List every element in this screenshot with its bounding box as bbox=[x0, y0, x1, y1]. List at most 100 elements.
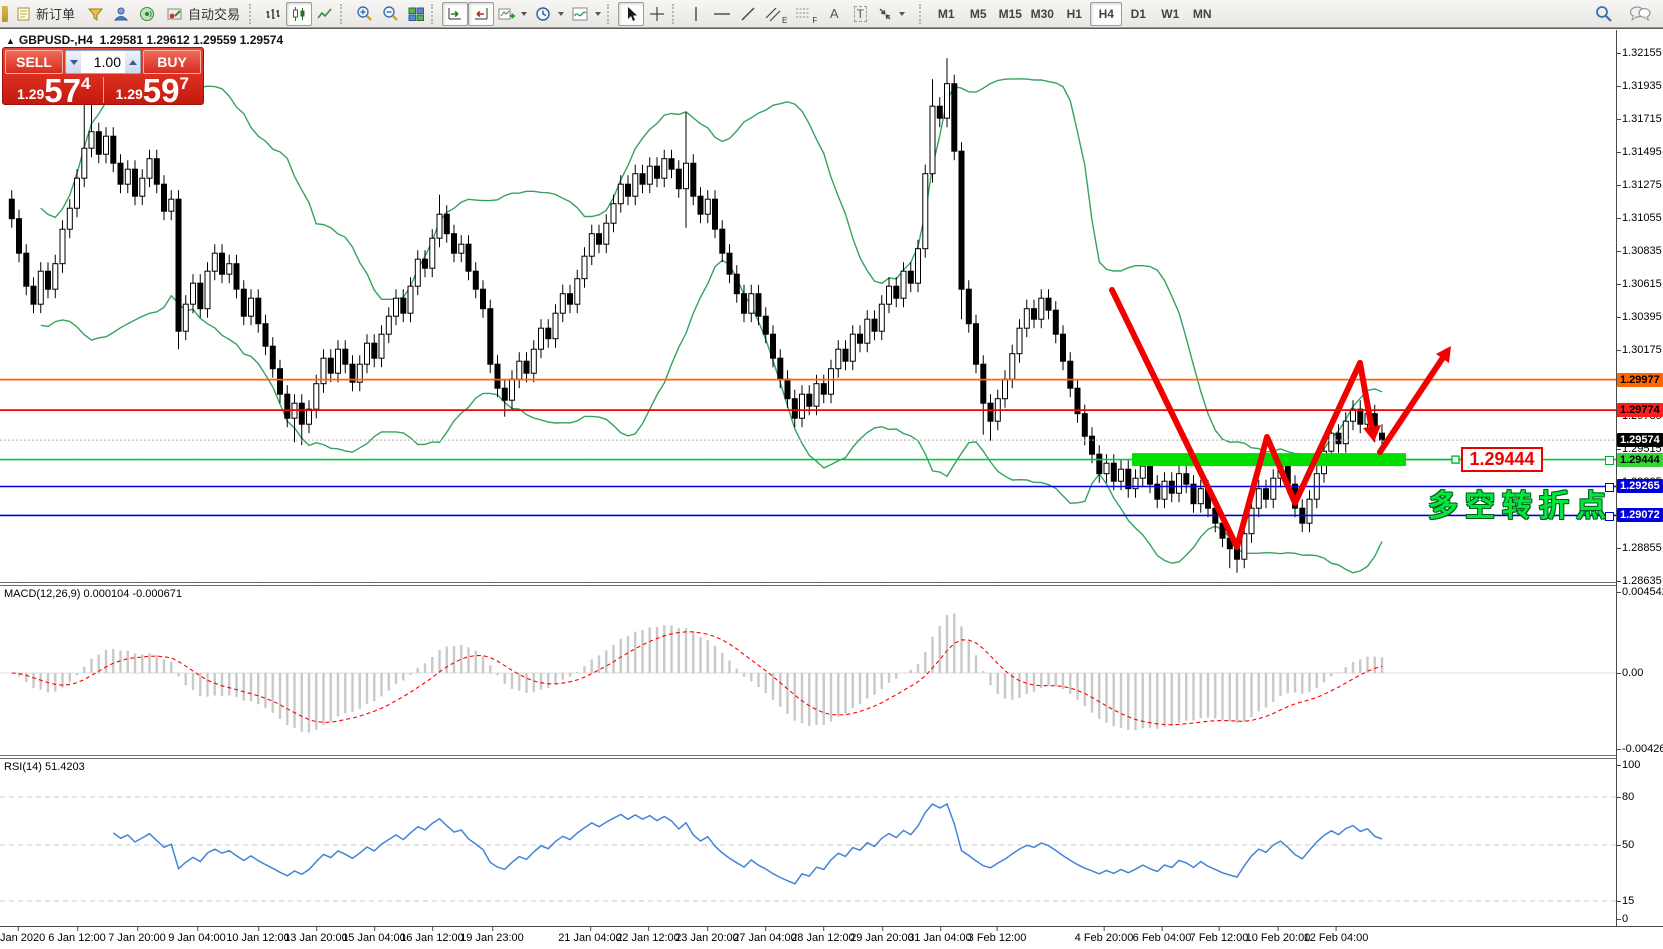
rsi-line bbox=[113, 804, 1382, 884]
periods-button[interactable] bbox=[531, 2, 568, 26]
timeframe-button-m5[interactable]: M5 bbox=[962, 2, 994, 26]
search-icon bbox=[1594, 5, 1613, 23]
rsi-label: RSI(14) 51.4203 bbox=[4, 761, 85, 773]
auto-scroll-icon bbox=[447, 6, 464, 22]
auto-trading-button[interactable]: 自动交易 bbox=[160, 2, 247, 26]
timeframe-button-w1[interactable]: W1 bbox=[1154, 2, 1186, 26]
zoom-out-button[interactable] bbox=[377, 2, 403, 26]
indicators-button[interactable] bbox=[568, 2, 605, 26]
volume-decrease-button[interactable] bbox=[66, 51, 81, 73]
mt4-window: 新订单 自动交易 bbox=[0, 0, 1663, 949]
time-axis-label: 23 Jan 20:00 bbox=[675, 932, 739, 944]
time-axis-line bbox=[0, 926, 1663, 927]
macd-tick: 0.00 bbox=[1622, 667, 1643, 679]
timeframe-strip: M1M5M15M30H1H4D1W1MN bbox=[930, 2, 1218, 26]
collapse-panel-arrow[interactable]: ▲ bbox=[6, 36, 15, 46]
price-tick: 1.30395 bbox=[1622, 311, 1662, 323]
funnel-icon bbox=[87, 6, 104, 22]
support-band bbox=[1132, 453, 1406, 466]
timeframe-button-h1[interactable]: H1 bbox=[1058, 2, 1090, 26]
price-tick: 1.30615 bbox=[1622, 278, 1662, 290]
vertical-line-button[interactable] bbox=[683, 2, 709, 26]
zoom-in-button[interactable] bbox=[351, 2, 377, 26]
toolbar-gripper[interactable] bbox=[919, 4, 928, 24]
sell-button[interactable]: SELL bbox=[5, 50, 63, 74]
price-tick: 1.32155 bbox=[1622, 47, 1662, 59]
projection-arrow bbox=[1380, 356, 1444, 452]
timeframe-button-m30[interactable]: M30 bbox=[1026, 2, 1058, 26]
clock-icon bbox=[535, 6, 552, 22]
time-axis-label: 31 Jan 04:00 bbox=[908, 932, 972, 944]
buy-price-sup: 7 bbox=[180, 74, 189, 94]
time-axis-label: 6 Jan 12:00 bbox=[48, 932, 106, 944]
new-order-button[interactable]: 新订单 bbox=[10, 2, 82, 26]
arrows-button[interactable] bbox=[873, 2, 909, 26]
timeframe-button-h4[interactable]: H4 bbox=[1090, 2, 1122, 26]
text-label-button[interactable]: T bbox=[847, 2, 873, 26]
fibonacci-button[interactable]: F bbox=[791, 2, 821, 26]
timeframe-button-m15[interactable]: M15 bbox=[994, 2, 1026, 26]
timeframe-button-m1[interactable]: M1 bbox=[930, 2, 962, 26]
rsi-pane-separator[interactable] bbox=[0, 755, 1616, 759]
dropdown-arrow bbox=[558, 12, 564, 16]
toolbar-gripper[interactable] bbox=[431, 4, 440, 24]
signal-button[interactable] bbox=[134, 2, 160, 26]
channel-letter: E bbox=[782, 16, 787, 25]
trendline-button[interactable] bbox=[735, 2, 761, 26]
line-chart-button[interactable] bbox=[312, 2, 338, 26]
bar-chart-icon bbox=[265, 6, 282, 22]
tile-windows-button[interactable] bbox=[403, 2, 429, 26]
chat-button[interactable] bbox=[1625, 2, 1655, 26]
price-tick: 1.28855 bbox=[1622, 542, 1662, 554]
price-label-chip: 1.29072 bbox=[1617, 508, 1663, 522]
turning-point-annotation[interactable]: 多空转折点 bbox=[1428, 481, 1613, 525]
horizontal-line-button[interactable] bbox=[709, 2, 735, 26]
bar-chart-button[interactable] bbox=[260, 2, 286, 26]
main-chart-pane[interactable] bbox=[0, 30, 1663, 582]
macd-pane-separator[interactable] bbox=[0, 582, 1616, 586]
toolbar-gripper[interactable] bbox=[607, 4, 616, 24]
rsi-pane[interactable] bbox=[0, 758, 1663, 926]
text-button[interactable]: A bbox=[821, 2, 847, 26]
buy-button[interactable]: BUY bbox=[143, 50, 201, 74]
toolbar-gripper[interactable] bbox=[340, 4, 349, 24]
dropdown-arrow bbox=[899, 12, 905, 16]
price-tick: 1.31055 bbox=[1622, 212, 1662, 224]
price-label-chip: 1.29774 bbox=[1617, 403, 1663, 417]
macd-pane[interactable] bbox=[0, 585, 1663, 755]
sell-price-sup: 4 bbox=[81, 74, 90, 94]
chart-shift-button[interactable] bbox=[468, 2, 494, 26]
cursor-button[interactable] bbox=[618, 2, 644, 26]
toolbar-gripper[interactable] bbox=[249, 4, 258, 24]
text-tool-letter: A bbox=[830, 6, 839, 21]
volume-input[interactable]: 1.00 bbox=[81, 51, 125, 73]
support-price-callout[interactable]: 1.29444 bbox=[1461, 447, 1543, 472]
symbol-period-label: GBPUSD-,H4 bbox=[19, 33, 93, 47]
price-tick: 1.30835 bbox=[1622, 245, 1662, 257]
pullback-arrowhead bbox=[1363, 425, 1381, 442]
terminal-button[interactable] bbox=[108, 2, 134, 26]
auto-trading-label: 自动交易 bbox=[188, 4, 240, 23]
volume-increase-button[interactable] bbox=[125, 51, 140, 73]
channel-button[interactable]: E bbox=[761, 2, 791, 26]
time-axis-label: 19 Jan 23:00 bbox=[460, 932, 524, 944]
rsi-tick: 50 bbox=[1622, 839, 1634, 851]
timeframe-button-d1[interactable]: D1 bbox=[1122, 2, 1154, 26]
toolbar-gripper[interactable] bbox=[672, 4, 681, 24]
time-axis-label: 3 Feb 12:00 bbox=[968, 932, 1027, 944]
candlestick-chart-button[interactable] bbox=[286, 2, 312, 26]
sell-price[interactable]: 1.29574 bbox=[5, 75, 103, 105]
rsi-tick: 80 bbox=[1622, 791, 1634, 803]
search-button[interactable] bbox=[1590, 2, 1617, 26]
buy-price[interactable]: 1.29597 bbox=[104, 75, 202, 105]
macd-signal-line bbox=[12, 632, 1382, 725]
candlestick-chart-icon bbox=[291, 6, 308, 22]
timeframe-button-mn[interactable]: MN bbox=[1186, 2, 1218, 26]
dropdown-arrow bbox=[595, 12, 601, 16]
time-axis-label: 12 Feb 04:00 bbox=[1304, 932, 1369, 944]
damper-button[interactable] bbox=[82, 2, 108, 26]
crosshair-button[interactable] bbox=[644, 2, 670, 26]
new-chart-button[interactable] bbox=[494, 2, 531, 26]
auto-scroll-button[interactable] bbox=[442, 2, 468, 26]
chart-shift-icon bbox=[473, 6, 490, 22]
